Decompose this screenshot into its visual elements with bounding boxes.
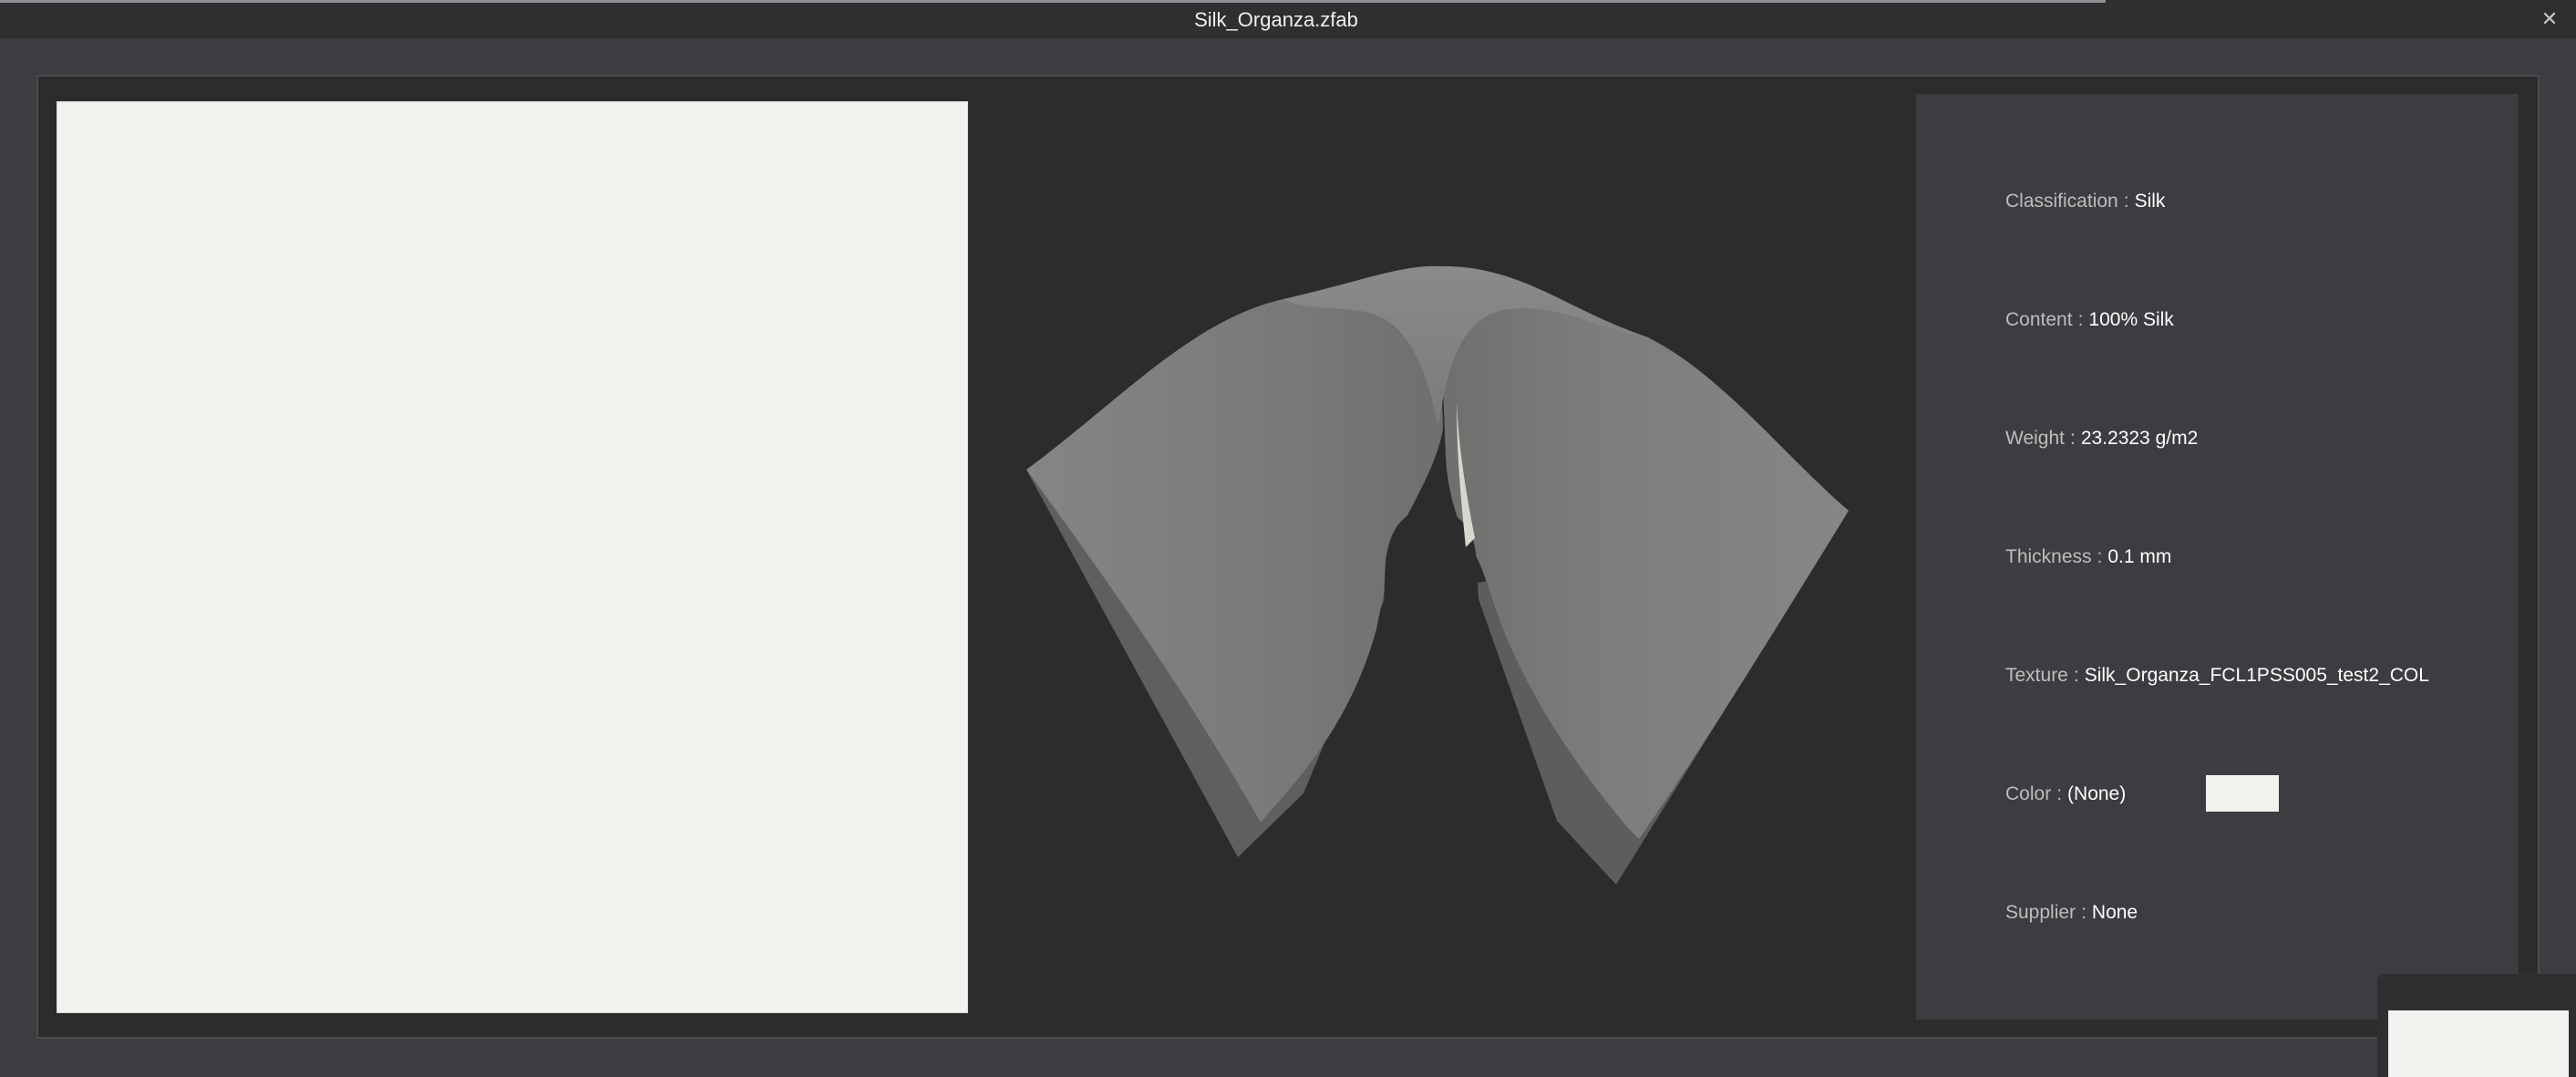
thickness-value: 0.1 mm: [2107, 546, 2172, 567]
window-title: Silk_Organza.zfab: [1194, 8, 1358, 31]
color-swatch: [2206, 775, 2279, 812]
info-weight: Weight:23.2323 g/m2: [2005, 425, 2198, 452]
fabric-info-panel: Classification: Silk Content:100% Silk We…: [1916, 94, 2519, 1020]
texture-preview: [57, 101, 968, 1013]
separator: :: [2097, 546, 2103, 567]
classification-value: Silk: [2134, 191, 2166, 212]
separator: :: [2073, 665, 2079, 686]
color-label: Color: [2005, 783, 2052, 804]
weight-label: Weight: [2005, 428, 2065, 449]
fabric-3d-preview[interactable]: [1010, 246, 1867, 903]
info-content: Content:100% Silk: [2005, 306, 2174, 334]
info-texture: Texture: Silk_Organza_FCL1PSS005_test2_CO…: [2005, 662, 2429, 689]
thumbnail-window[interactable]: [2377, 974, 2576, 1077]
supplier-label: Supplier: [2005, 902, 2076, 923]
weight-value: 23.2323 g/m2: [2080, 428, 2199, 449]
texture-label: Texture: [2005, 665, 2068, 686]
thickness-label: Thickness: [2005, 546, 2092, 567]
close-icon[interactable]: ✕: [2536, 5, 2563, 33]
content-label: Content: [2005, 309, 2073, 330]
separator: :: [2069, 428, 2076, 449]
classification-label: Classification: [2005, 191, 2118, 212]
info-classification: Classification: Silk: [2005, 188, 2165, 215]
texture-value: Silk_Organza_FCL1PSS005_test2_COL: [2084, 665, 2429, 686]
content-value: 100% Silk: [2088, 309, 2174, 330]
fabric-left-wing: [1026, 265, 1443, 823]
separator: :: [2077, 309, 2084, 330]
title-progress-line: [0, 0, 2106, 3]
supplier-value: None: [2091, 902, 2138, 923]
fabric-right-wing: [1438, 265, 1849, 839]
thumbnail-preview[interactable]: [2388, 1010, 2569, 1077]
separator: :: [2081, 902, 2087, 923]
color-value: (None): [2067, 783, 2127, 804]
info-supplier: Supplier: None: [2005, 899, 2138, 927]
separator: :: [2123, 191, 2129, 212]
title-bar[interactable]: Silk_Organza.zfab ✕: [0, 0, 2576, 38]
info-color: Color: (None): [2005, 781, 2126, 808]
fabric-preview-window: Silk_Organza.zfab ✕ Classification: Sil…: [0, 0, 2576, 1077]
info-thickness: Thickness:0.1 mm: [2005, 544, 2171, 571]
separator: :: [2056, 783, 2063, 804]
